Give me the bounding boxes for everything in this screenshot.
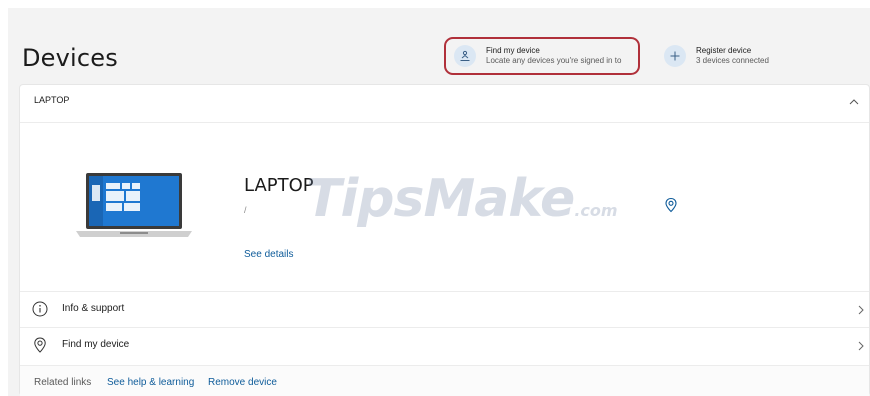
person-location-icon bbox=[454, 45, 476, 67]
find-my-device-label: Find my device bbox=[62, 339, 130, 350]
find-my-device-subtitle: Locate any devices you're signed in to bbox=[486, 56, 622, 65]
chevron-right-icon bbox=[858, 341, 864, 351]
see-help-learning-link[interactable]: See help & learning bbox=[107, 377, 194, 388]
register-device-title: Register device bbox=[696, 46, 752, 55]
device-name: LAPTOP bbox=[244, 175, 314, 196]
related-links-label: Related links bbox=[34, 377, 92, 388]
register-device-action[interactable]: Register device 3 devices connected bbox=[664, 45, 769, 67]
laptop-image bbox=[76, 173, 192, 237]
device-header-name: LAPTOP bbox=[34, 95, 70, 105]
plus-icon bbox=[664, 45, 686, 67]
info-support-row[interactable]: Info & support bbox=[20, 291, 869, 327]
device-card: LAPTOP LAPTOP / See details TipsMake.com… bbox=[19, 84, 870, 396]
device-card-header[interactable]: LAPTOP bbox=[20, 85, 869, 123]
register-device-subtitle: 3 devices connected bbox=[696, 56, 769, 65]
info-support-label: Info & support bbox=[62, 303, 125, 314]
chevron-up-icon[interactable] bbox=[847, 95, 861, 109]
related-links-bar: Related links See help & learning Remove… bbox=[20, 365, 869, 396]
location-pin-icon[interactable] bbox=[664, 197, 678, 213]
remove-device-link[interactable]: Remove device bbox=[208, 377, 277, 388]
device-subtitle: / bbox=[244, 205, 247, 215]
page-title: Devices bbox=[22, 44, 118, 72]
info-icon bbox=[32, 301, 48, 317]
location-pin-icon bbox=[34, 337, 46, 353]
see-details-link[interactable]: See details bbox=[244, 249, 293, 260]
chevron-right-icon bbox=[858, 305, 864, 315]
find-my-device-row[interactable]: Find my device bbox=[20, 327, 869, 363]
find-my-device-title: Find my device bbox=[486, 46, 540, 55]
find-my-device-action[interactable]: Find my device Locate any devices you're… bbox=[444, 37, 640, 75]
watermark: TipsMake.com bbox=[306, 169, 618, 229]
